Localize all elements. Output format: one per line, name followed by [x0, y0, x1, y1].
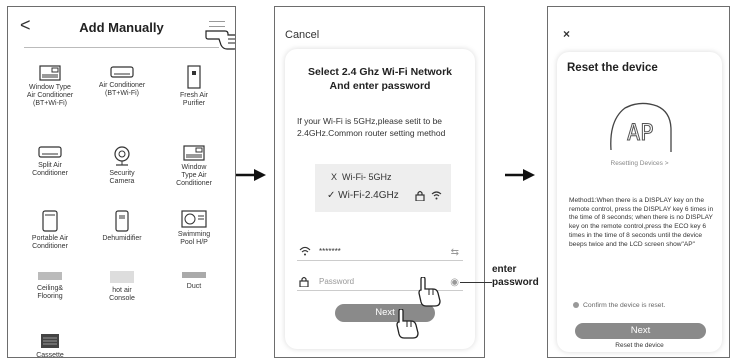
device-item[interactable]: Fresh Air Purifier — [158, 65, 230, 108]
pointing-hand-icon — [418, 277, 441, 307]
next-button[interactable]: Next — [575, 323, 706, 339]
display-text: AP — [627, 121, 654, 146]
swap-icon[interactable]: ⇆ — [451, 247, 459, 258]
check-icon: ✓ — [327, 190, 336, 201]
confirm-reset-checkbox[interactable]: Confirm the device is reset. — [573, 302, 665, 309]
wifi-band-info: X Wi-Fi- 5GHz ✓ Wi-Fi-2.4GHz — [315, 164, 451, 212]
window-ac-icon — [14, 65, 86, 81]
camera-icon — [86, 145, 158, 167]
reset-card: Reset the device AP Resetting Devices > … — [557, 52, 722, 352]
purifier-icon — [158, 65, 230, 89]
pool-heatpump-icon — [158, 210, 230, 228]
wifi-description: If your Wi-Fi is 5GHz,please setit to be… — [297, 116, 446, 138]
annotation-line1: enter — [492, 264, 517, 275]
window-ac-icon — [158, 145, 230, 161]
radio-dot-icon — [573, 302, 579, 309]
ssid-value: ******* — [319, 247, 341, 256]
device-label: Cassette — [36, 352, 64, 358]
dehumidifier-icon — [86, 210, 158, 232]
lcd-display-icon: AP — [610, 102, 672, 152]
device-label: Split Air Conditioner — [32, 162, 68, 177]
portable-ac-icon — [14, 210, 86, 232]
wifi-setup-screen: Cancel Select 2.4 Ghz Wi-Fi Network And … — [274, 6, 485, 358]
arrow-right-icon — [505, 169, 535, 181]
reset-device-screen: × Reset the device AP Resetting Devices … — [547, 6, 730, 358]
device-item[interactable]: Window Type Air Conditioner (BT+Wi-Fi) — [14, 65, 86, 108]
device-item[interactable]: Security Camera — [86, 145, 158, 186]
cross-icon: X — [331, 172, 338, 182]
device-item[interactable]: Window Type Air Conditioner — [158, 145, 230, 188]
wifi-5g-row: X Wi-Fi- 5GHz — [331, 172, 392, 182]
arrow-right-icon — [236, 169, 266, 181]
console-icon — [86, 270, 158, 284]
device-item[interactable]: hot air Console — [86, 270, 158, 303]
device-label: Window Type Air Conditioner (BT+Wi-Fi) — [26, 84, 74, 107]
header: < Add Manually — [8, 7, 235, 43]
device-label: Window Type Air Conditioner — [176, 164, 212, 187]
wifi-card: Select 2.4 Ghz Wi-Fi Network And enter p… — [285, 49, 475, 349]
device-item[interactable]: Swimming Pool H/P — [158, 210, 230, 247]
device-item[interactable]: Ceiling& Flooring — [14, 270, 86, 301]
device-item[interactable]: Portable Air Conditioner — [14, 210, 86, 251]
wifi-icon — [431, 191, 442, 200]
divider — [24, 47, 219, 48]
lock-icon — [415, 190, 425, 201]
reset-device-caption: Reset the device — [615, 342, 664, 349]
resetting-devices-link[interactable]: Resetting Devices > — [557, 160, 722, 167]
wifi-title: Select 2.4 Ghz Wi-Fi Network And enter p… — [285, 65, 475, 93]
pointing-hand-icon — [396, 309, 419, 339]
eye-icon[interactable]: ◉ — [450, 277, 459, 288]
device-item[interactable]: Split Air Conditioner — [14, 145, 86, 178]
reset-method-text: Method1:When there is a DISPLAY key on t… — [569, 197, 714, 248]
device-item[interactable]: Cassette — [14, 333, 86, 358]
wifi-24g-row: ✓ Wi-Fi-2.4GHz — [327, 190, 442, 201]
device-item[interactable]: Air Conditioner (BT+Wi-Fi) — [86, 65, 158, 98]
close-button[interactable]: × — [563, 27, 570, 41]
device-item[interactable]: Dehumidifier — [86, 210, 158, 243]
device-label: Security Camera — [109, 170, 135, 185]
page-title: Add Manually — [79, 20, 164, 35]
add-manually-screen: < Add Manually Window Type Air Condition… — [7, 6, 236, 358]
confirm-reset-label: Confirm the device is reset. — [583, 302, 666, 309]
wifi-icon — [299, 246, 311, 256]
cassette-icon — [14, 333, 86, 349]
reset-title: Reset the device — [567, 62, 658, 74]
device-label: Dehumidifier — [102, 235, 142, 242]
wifi-title-line2: And enter password — [329, 80, 431, 92]
wifi-5g-label: Wi-Fi- 5GHz — [342, 172, 392, 182]
split-ac-icon — [14, 145, 86, 159]
lock-icon — [299, 276, 309, 287]
password-placeholder: Password — [319, 277, 355, 286]
device-label: Ceiling& Flooring — [36, 285, 64, 300]
split-ac-icon — [86, 65, 158, 79]
device-label: Duct — [186, 283, 202, 290]
ceiling-icon — [14, 270, 86, 282]
device-item[interactable]: Duct — [158, 270, 230, 291]
pointing-hand-icon — [205, 30, 235, 50]
wifi-ssid-field[interactable]: ******* ⇆ — [297, 244, 463, 261]
device-label: Air Conditioner (BT+Wi-Fi) — [98, 82, 146, 97]
duct-icon — [158, 270, 230, 280]
device-label: hot air Console — [109, 287, 135, 302]
device-label: Portable Air Conditioner — [31, 235, 69, 250]
device-label: Swimming Pool H/P — [177, 231, 211, 246]
wifi-title-line1: Select 2.4 Ghz Wi-Fi Network — [307, 66, 453, 78]
device-label: Fresh Air Purifier — [179, 92, 208, 107]
annotation-line2: password — [492, 277, 539, 288]
annotation-line — [460, 282, 492, 283]
wifi-24g-label: Wi-Fi-2.4GHz — [338, 190, 399, 201]
cancel-button[interactable]: Cancel — [285, 29, 319, 41]
enter-password-annotation: enter password — [492, 263, 539, 289]
